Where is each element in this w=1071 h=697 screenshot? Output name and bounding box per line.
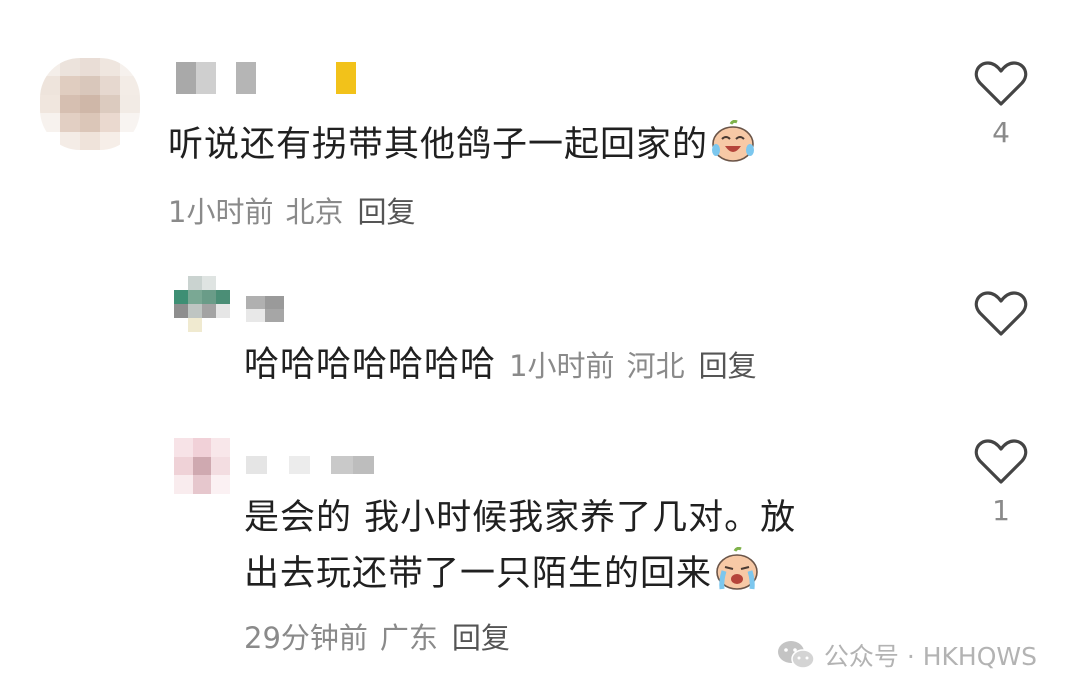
like-count: 1 bbox=[992, 494, 1010, 527]
comment-text: 听说还有拐带其他鸽子一起回家的 bbox=[168, 125, 709, 165]
username[interactable] bbox=[176, 62, 356, 94]
comment-time: 1小时前 bbox=[509, 349, 615, 383]
like-button[interactable] bbox=[971, 290, 1031, 338]
like-count: 4 bbox=[992, 116, 1010, 149]
reply-button[interactable]: 回复 bbox=[357, 195, 415, 229]
like-button[interactable]: 1 bbox=[971, 438, 1031, 527]
watermark: 公众号 · HKHQWS bbox=[776, 637, 1037, 673]
reply-button[interactable]: 回复 bbox=[699, 349, 757, 383]
avatar[interactable] bbox=[174, 276, 230, 332]
avatar[interactable] bbox=[40, 58, 140, 150]
comment-text-line-2: 出去玩还带了一只陌生的回来 bbox=[244, 554, 713, 594]
wechat-icon bbox=[777, 641, 815, 669]
avatar[interactable] bbox=[174, 438, 230, 494]
reply-button[interactable]: 回复 bbox=[452, 621, 510, 655]
heart-outline-icon bbox=[974, 291, 1028, 336]
like-button[interactable]: 4 bbox=[971, 60, 1031, 149]
comment-text-line-1: 是会的 我小时候我家养了几对。放 bbox=[244, 498, 797, 538]
username[interactable] bbox=[246, 296, 284, 322]
comment-location: 广东 bbox=[379, 621, 438, 655]
username[interactable] bbox=[246, 456, 374, 474]
comment-location: 北京 bbox=[285, 195, 344, 229]
watermark-text: 公众号 · HKHQWS bbox=[823, 642, 1037, 671]
laughing-crying-emoji-icon bbox=[710, 119, 756, 174]
comment-text: 哈哈哈哈哈哈哈 bbox=[244, 345, 497, 385]
crying-emoji-icon bbox=[714, 546, 760, 608]
heart-outline-icon bbox=[974, 61, 1028, 106]
comment-time: 29分钟前 bbox=[244, 621, 368, 655]
heart-outline-icon bbox=[974, 439, 1028, 484]
comment-location: 河北 bbox=[626, 349, 685, 383]
comment-time: 1小时前 bbox=[168, 195, 274, 229]
